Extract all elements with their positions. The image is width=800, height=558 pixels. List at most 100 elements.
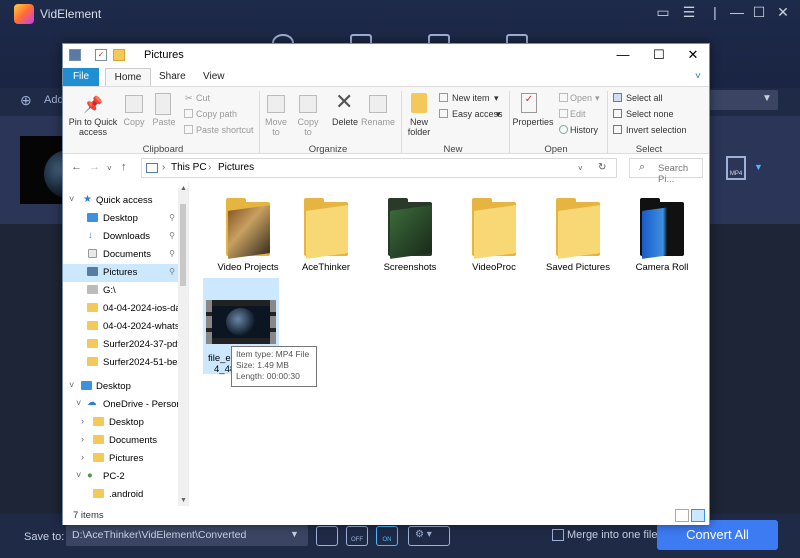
expand-icon[interactable]: ˅ <box>76 470 81 480</box>
open-dropdown-icon[interactable]: ▾ <box>595 93 600 104</box>
menu-icon[interactable]: ☰ <box>678 4 700 21</box>
new-folder-button[interactable]: New folder <box>403 117 435 137</box>
breadcrumb-pictures[interactable]: Pictures <box>218 162 254 173</box>
folder-item[interactable]: Camera Roll <box>624 198 700 273</box>
invert-selection-button[interactable]: Invert selection <box>626 125 687 135</box>
nav-item-documents[interactable]: Documents ⚲ <box>63 246 179 264</box>
large-icons-view-icon[interactable] <box>691 509 705 522</box>
nav-item-folder[interactable]: 04-04-2024-ios-dat <box>63 300 179 318</box>
forward-arrow-icon[interactable]: → <box>89 161 100 173</box>
back-arrow-icon[interactable]: ← <box>71 161 82 173</box>
format-badge[interactable]: MP4 <box>726 156 746 180</box>
chevron-down-icon[interactable]: ▼ <box>762 93 772 104</box>
select-all-button[interactable]: Select all <box>626 93 663 103</box>
nav-item-quick-access[interactable]: ˅ ★ Quick access <box>63 192 179 210</box>
nav-item-g-drive[interactable]: G:\ <box>63 282 179 300</box>
save-path-dropdown-icon[interactable]: ▼ <box>290 529 299 539</box>
copy-to-button[interactable]: Copy to <box>293 117 323 137</box>
gpu-accel-icon[interactable]: ON <box>376 526 398 546</box>
nav-item-desktop-root[interactable]: ˅ Desktop <box>63 378 179 396</box>
new-item-dropdown-icon[interactable]: ▾ <box>494 93 499 104</box>
easy-access-dropdown-icon[interactable]: ▾ <box>496 109 501 120</box>
delete-button[interactable]: Delete <box>329 117 361 127</box>
open-folder-icon[interactable] <box>316 526 338 546</box>
settings-gear-icon[interactable]: ⚙ ▾ <box>408 526 450 546</box>
tab-home[interactable]: Home <box>105 68 151 86</box>
nav-item-folder[interactable]: 04-04-2024-whatsa <box>63 318 179 336</box>
paste-shortcut-icon <box>184 125 193 134</box>
hardware-accel-icon[interactable]: OFF <box>346 526 368 546</box>
nav-item-onedrive-documents[interactable]: › Documents <box>63 432 179 450</box>
rename-button[interactable]: Rename <box>361 117 395 127</box>
expand-icon[interactable]: ˅ <box>69 380 74 390</box>
tab-view[interactable]: View <box>203 71 225 82</box>
new-folder-qa-icon[interactable] <box>113 49 125 61</box>
video-thumbnail[interactable] <box>20 136 64 204</box>
history-button[interactable]: History <box>570 125 598 135</box>
explorer-close-icon[interactable]: ✕ <box>683 47 703 63</box>
edit-button[interactable]: Edit <box>570 109 586 119</box>
address-field[interactable]: › This PC › Pictures ˅ ↻ <box>141 158 617 178</box>
cut-button[interactable]: Cut <box>196 93 210 103</box>
nav-item-downloads[interactable]: ↓ Downloads ⚲ <box>63 228 179 246</box>
nav-item-desktop[interactable]: Desktop ⚲ <box>63 210 179 228</box>
feedback-icon[interactable]: ▭ <box>652 4 674 21</box>
history-icon <box>559 125 568 134</box>
minimize-icon[interactable]: — <box>726 4 748 20</box>
pin-quick-access-button[interactable]: Pin to Quick access <box>65 117 121 137</box>
copy-button[interactable]: Copy <box>119 117 149 127</box>
open-button[interactable]: Open <box>570 93 592 103</box>
folder-item[interactable]: VideoProc <box>456 198 532 273</box>
explorer-maximize-icon[interactable]: ☐ <box>649 47 669 63</box>
explorer-minimize-icon[interactable]: — <box>613 47 633 62</box>
new-item-button[interactable]: New item <box>452 93 490 103</box>
nav-item-onedrive-pictures[interactable]: › Pictures <box>63 450 179 468</box>
folder-item[interactable]: Video Projects <box>210 198 286 273</box>
nav-item-onedrive-desktop[interactable]: › Desktop <box>63 414 179 432</box>
recent-dropdown-icon[interactable]: ˅ <box>107 164 112 173</box>
close-icon[interactable]: ✕ <box>772 4 794 21</box>
copy-path-button[interactable]: Copy path <box>196 109 237 119</box>
folder-item[interactable]: Screenshots <box>372 198 448 273</box>
format-dropdown-icon[interactable]: ▼ <box>754 162 763 172</box>
expand-icon[interactable]: ˅ <box>76 398 81 408</box>
select-none-icon <box>613 109 622 118</box>
up-arrow-icon[interactable]: ↑ <box>121 161 127 173</box>
move-to-button[interactable]: Move to <box>261 117 291 137</box>
folder-icon <box>93 435 104 444</box>
paste-icon <box>155 93 171 115</box>
add-file-button[interactable]: Add <box>44 94 64 106</box>
save-path-field[interactable]: D:\AceThinker\VidElement\Converted <box>66 525 308 546</box>
breadcrumb-this-pc[interactable]: This PC <box>171 162 207 173</box>
properties-qa-icon[interactable]: ✓ <box>95 49 107 61</box>
collapse-icon[interactable]: › <box>81 452 84 462</box>
details-view-icon[interactable] <box>675 509 689 522</box>
easy-access-button[interactable]: Easy access <box>452 109 503 119</box>
tab-share[interactable]: Share <box>159 71 186 82</box>
folder-item[interactable]: AceThinker <box>288 198 364 273</box>
select-none-button[interactable]: Select none <box>626 109 674 119</box>
nav-scrollbar-thumb[interactable] <box>180 204 186 286</box>
expand-icon[interactable]: ˅ <box>69 194 74 204</box>
nav-item-onedrive[interactable]: ˅ ☁ OneDrive - Persona <box>63 396 179 414</box>
tab-file[interactable]: File <box>63 68 99 86</box>
properties-button[interactable]: Properties <box>511 117 555 127</box>
nav-item-android[interactable]: .android <box>63 486 179 504</box>
collapse-icon[interactable]: › <box>81 434 84 444</box>
nav-item-folder[interactable]: Surfer2024-51-best <box>63 354 179 372</box>
folder-item[interactable]: Saved Pictures <box>540 198 616 273</box>
nav-item-pictures[interactable]: Pictures ⚲ <box>63 264 179 282</box>
scroll-up-icon[interactable]: ▲ <box>180 185 187 192</box>
merge-checkbox[interactable] <box>552 529 564 541</box>
ribbon-expand-icon[interactable]: ˅ <box>695 71 701 82</box>
paste-shortcut-button[interactable]: Paste shortcut <box>196 125 254 135</box>
nav-item-folder[interactable]: Surfer2024-37-pdf- <box>63 336 179 354</box>
refresh-icon[interactable]: ↻ <box>598 162 606 173</box>
maximize-icon[interactable]: ☐ <box>748 4 770 21</box>
address-dropdown-icon[interactable]: ˅ <box>578 164 583 173</box>
scroll-down-icon[interactable]: ▼ <box>180 497 187 504</box>
collapse-icon[interactable]: › <box>81 416 84 426</box>
nav-item-pc2[interactable]: ˅ ● PC-2 <box>63 468 179 486</box>
paste-button[interactable]: Paste <box>149 117 179 127</box>
add-plus-icon[interactable]: ⊕ <box>20 92 32 109</box>
